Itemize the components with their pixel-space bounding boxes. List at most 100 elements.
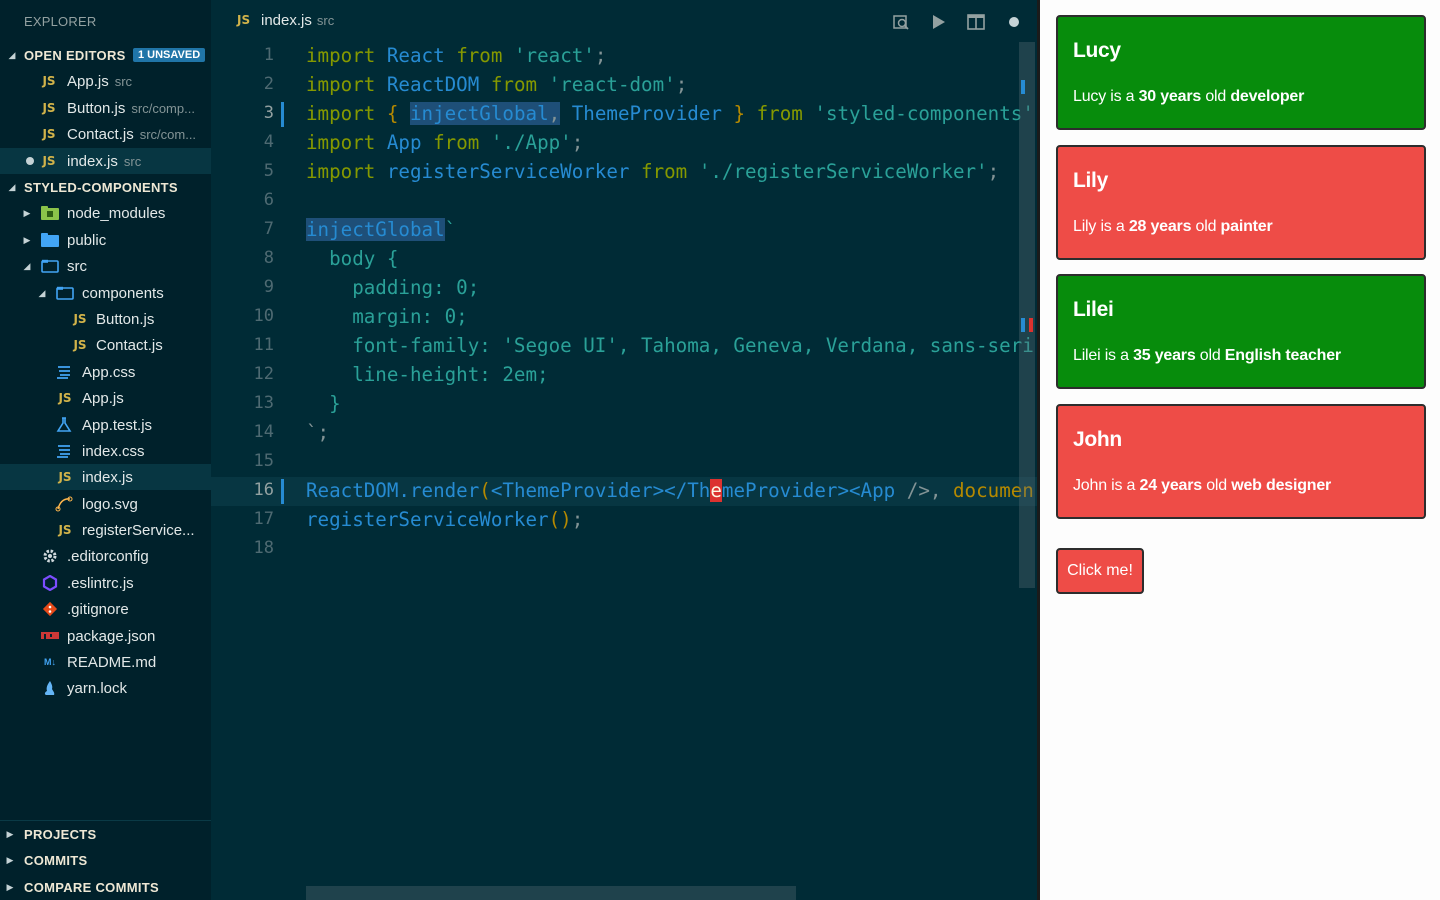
open-editor-item-active[interactable]: JS index.js src bbox=[0, 148, 211, 174]
tree-item-public[interactable]: ▶ public bbox=[0, 227, 211, 253]
code-token: ` bbox=[444, 218, 457, 241]
line-number: 11 bbox=[253, 335, 274, 355]
contact-description: John is a 24 years old web designer bbox=[1073, 477, 1332, 494]
js-file-icon: JS bbox=[42, 127, 56, 141]
contact-name: John bbox=[1073, 428, 1122, 451]
line-number: 10 bbox=[253, 306, 274, 326]
tree-item-button-js[interactable]: JS Button.js bbox=[0, 306, 211, 332]
code-token: './registerServiceWorker' bbox=[698, 160, 988, 183]
project-section[interactable]: ◢ STYLED-COMPONENTS bbox=[0, 174, 211, 200]
contact-card: John John is a 24 years old web designer bbox=[1056, 404, 1426, 519]
contact-description: Lilei is a 35 years old English teacher bbox=[1073, 347, 1341, 364]
tree-item-eslintrc[interactable]: .eslintrc.js bbox=[0, 570, 211, 596]
selected-token: injectGlobal bbox=[410, 102, 549, 125]
file-path: src/com... bbox=[139, 126, 197, 142]
tree-item-logo-svg[interactable]: logo.svg bbox=[0, 491, 211, 517]
tree-item-app-test-js[interactable]: App.test.js bbox=[0, 412, 211, 438]
open-editors-section[interactable]: ◢ OPEN EDITORS 1 UNSAVED bbox=[0, 42, 211, 68]
open-editor-item[interactable]: JS App.js src bbox=[0, 68, 211, 94]
compare-commits-section[interactable]: ▶ COMPARE COMMITS bbox=[0, 874, 211, 900]
code-token: from bbox=[490, 73, 538, 96]
tree-item-app-css[interactable]: App.css bbox=[0, 359, 211, 385]
git-icon bbox=[41, 601, 59, 617]
code-token: import bbox=[306, 102, 376, 125]
open-editors-label: OPEN EDITORS bbox=[24, 47, 126, 63]
run-icon[interactable] bbox=[928, 12, 948, 32]
tree-item-package-json[interactable]: package.json bbox=[0, 623, 211, 649]
project-label: STYLED-COMPONENTS bbox=[24, 179, 178, 195]
tree-item-contact-js[interactable]: JS Contact.js bbox=[0, 332, 211, 358]
projects-section[interactable]: ▶ PROJECTS bbox=[0, 821, 211, 847]
code-token: registerServiceWorker bbox=[306, 508, 549, 531]
tree-item-label: README.md bbox=[67, 653, 157, 671]
code-token: React bbox=[386, 44, 445, 67]
code-text: margin: 0; bbox=[306, 305, 468, 328]
js-file-icon: JS bbox=[42, 154, 56, 168]
code-line: 10 margin: 0; bbox=[211, 303, 1037, 332]
split-editor-icon[interactable] bbox=[966, 12, 986, 32]
tree-item-yarn-lock[interactable]: yarn.lock bbox=[0, 675, 211, 701]
open-preview-icon[interactable] bbox=[891, 12, 911, 32]
code-token: , bbox=[929, 479, 942, 502]
tree-item-register-sw[interactable]: JS registerService... bbox=[0, 517, 211, 543]
line-number: 8 bbox=[263, 248, 274, 268]
tree-item-node-modules[interactable]: ▶ node_modules bbox=[0, 200, 211, 226]
file-path: src/comp... bbox=[131, 100, 195, 116]
tree-item-components[interactable]: ◢ components bbox=[0, 280, 211, 306]
text-cursor: e bbox=[710, 479, 722, 502]
line-number: 12 bbox=[253, 364, 274, 384]
tree-item-gitignore[interactable]: .gitignore bbox=[0, 596, 211, 622]
tree-item-label: index.js bbox=[82, 468, 133, 486]
tree-item-readme[interactable]: M↓ README.md bbox=[0, 649, 211, 675]
js-file-icon: JS bbox=[73, 338, 87, 352]
test-flask-icon bbox=[55, 417, 73, 433]
code-token: from bbox=[456, 44, 503, 67]
open-editor-item[interactable]: JS Button.js src/comp... bbox=[0, 95, 211, 121]
unsaved-dot-icon[interactable] bbox=[1004, 12, 1024, 32]
file-name: Button.js bbox=[67, 99, 126, 117]
tree-item-editorconfig[interactable]: .editorconfig bbox=[0, 543, 211, 569]
js-file-icon: JS bbox=[58, 391, 72, 405]
code-token: /> bbox=[895, 479, 930, 502]
code-editor[interactable]: JS index.js src 1 import React from 'reac… bbox=[211, 0, 1037, 900]
contact-name: Lucy bbox=[1073, 39, 1121, 62]
editor-tab[interactable]: index.js src bbox=[261, 12, 334, 29]
js-file-icon: JS bbox=[42, 101, 56, 115]
code-token: { bbox=[386, 102, 399, 125]
tree-item-index-css[interactable]: index.css bbox=[0, 438, 211, 464]
code-token: import bbox=[306, 73, 376, 96]
code-token: from bbox=[641, 160, 688, 183]
horizontal-scrollbar[interactable] bbox=[306, 886, 796, 900]
vertical-scrollbar[interactable] bbox=[1019, 42, 1035, 588]
explorer-sidebar: EXPLORER ◢ OPEN EDITORS 1 UNSAVED JS App… bbox=[0, 0, 211, 900]
code-token: registerServiceWorker bbox=[386, 160, 630, 183]
markdown-icon: M↓ bbox=[44, 657, 56, 667]
tree-item-index-js[interactable]: JS index.js bbox=[0, 464, 211, 490]
tree-item-app-js[interactable]: JS App.js bbox=[0, 385, 211, 411]
click-me-button[interactable]: Click me! bbox=[1056, 548, 1144, 594]
caret-right-icon: ▶ bbox=[6, 828, 14, 839]
code-line: 17 registerServiceWorker(); bbox=[211, 506, 1037, 535]
line-number: 17 bbox=[253, 509, 274, 529]
line-number: 1 bbox=[263, 45, 274, 65]
tree-item-label: src bbox=[67, 257, 87, 275]
file-name: Contact.js bbox=[67, 125, 134, 143]
commits-section[interactable]: ▶ COMMITS bbox=[0, 847, 211, 873]
js-file-icon: JS bbox=[73, 312, 87, 326]
tree-item-label: node_modules bbox=[67, 204, 166, 222]
unsaved-badge: 1 UNSAVED bbox=[133, 48, 206, 62]
code-token: ReactDOM bbox=[306, 479, 399, 502]
caret-down-icon: ◢ bbox=[8, 181, 16, 192]
line-number: 2 bbox=[263, 74, 274, 94]
js-file-icon: JS bbox=[42, 74, 56, 88]
npm-icon bbox=[41, 628, 59, 644]
code-text: } bbox=[306, 392, 341, 415]
caret-down-icon: ◢ bbox=[8, 49, 16, 60]
tree-item-src[interactable]: ◢ src bbox=[0, 253, 211, 279]
contact-name: Lilei bbox=[1073, 298, 1114, 321]
tree-item-label: Button.js bbox=[96, 310, 155, 328]
open-editor-item[interactable]: JS Contact.js src/com... bbox=[0, 121, 211, 147]
code-token: , bbox=[548, 102, 561, 125]
code-token: './App' bbox=[490, 131, 572, 154]
unsaved-dot-icon bbox=[26, 157, 34, 165]
